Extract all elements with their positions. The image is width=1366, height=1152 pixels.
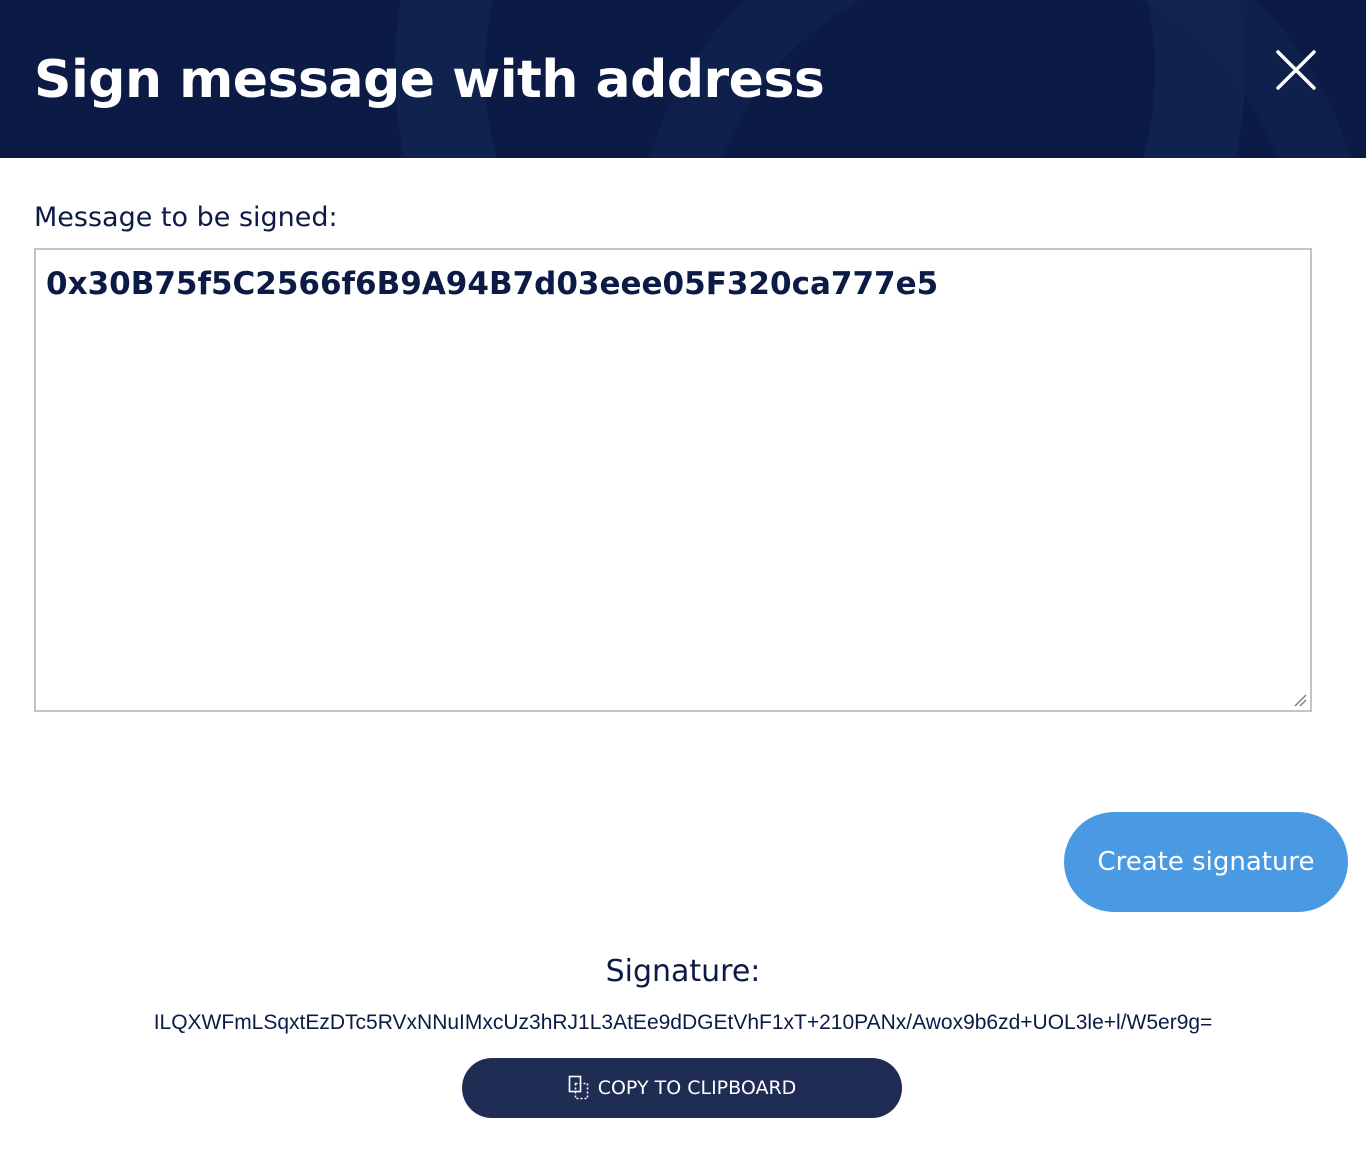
message-label: Message to be signed: — [34, 202, 338, 233]
create-signature-button[interactable]: Create signature — [1064, 812, 1348, 912]
copy-button-label: COPY TO CLIPBOARD — [597, 1077, 797, 1099]
close-button[interactable] — [1268, 44, 1324, 100]
modal-title: Sign message with address — [34, 50, 825, 110]
close-icon[interactable] — [1268, 44, 1324, 100]
signature-value: ILQXWFmLSqxtEzDTc5RVxNNuIMxcUz3hRJ1L3AtE… — [153, 1011, 1213, 1034]
resize-handle-icon[interactable] — [1292, 692, 1308, 708]
signature-label: Signature: — [605, 954, 761, 989]
message-textarea[interactable]: 0x30B75f5C2566f6B9A94B7d03eee05F320ca777… — [34, 248, 1312, 712]
modal-header: Sign message with address — [0, 0, 1366, 158]
sign-message-modal: Sign message with address Message to be … — [0, 0, 1366, 1152]
message-text[interactable]: 0x30B75f5C2566f6B9A94B7d03eee05F320ca777… — [46, 264, 1300, 304]
copy-icon — [568, 1075, 590, 1101]
copy-to-clipboard-button[interactable]: COPY TO CLIPBOARD — [462, 1058, 902, 1118]
